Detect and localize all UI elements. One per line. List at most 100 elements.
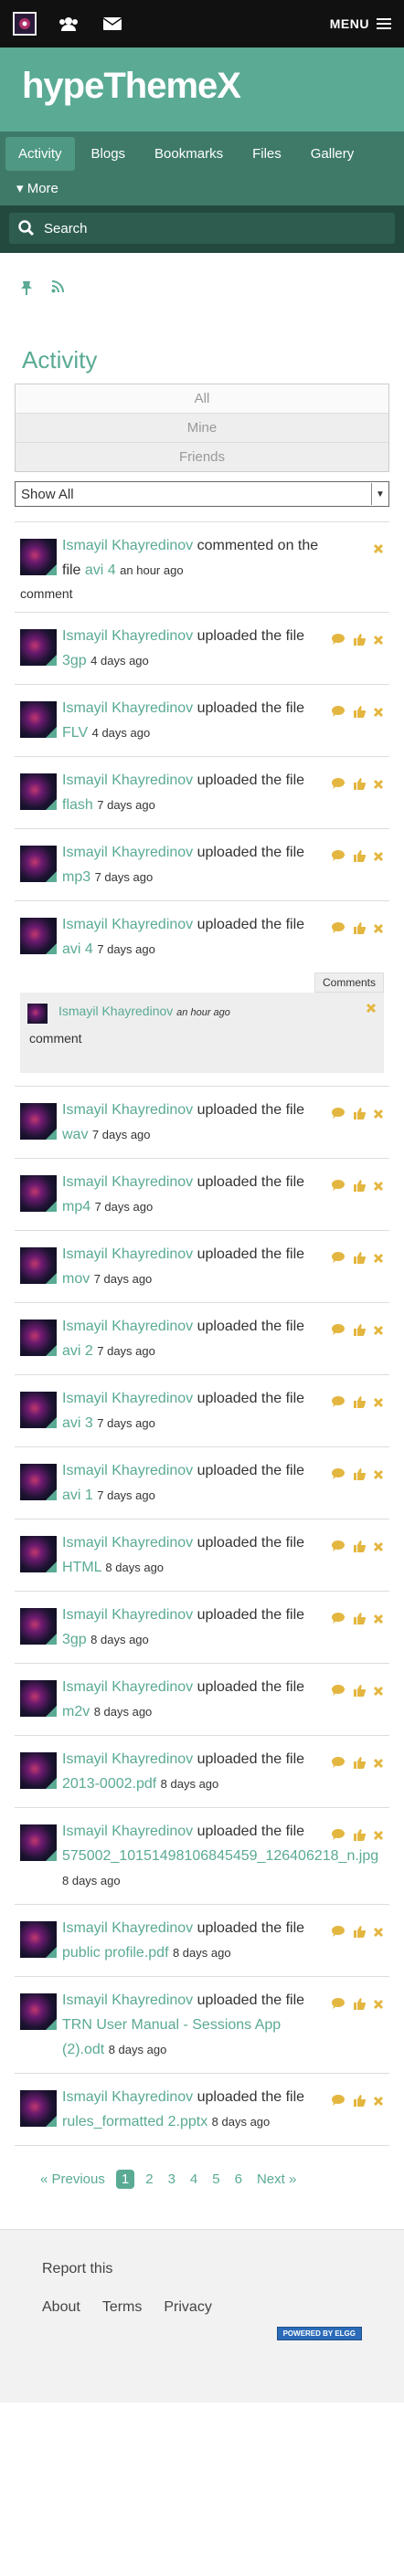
comments-label[interactable]: Comments — [314, 973, 384, 993]
file-link[interactable]: flash — [62, 797, 93, 813]
delete-icon[interactable] — [373, 922, 384, 939]
file-link[interactable]: TRN User Manual - Sessions App (2).odt — [62, 2017, 281, 2057]
delete-icon[interactable] — [373, 706, 384, 722]
delete-icon[interactable] — [373, 1613, 384, 1629]
file-link[interactable]: rules_formatted 2.pptx — [62, 2114, 207, 2129]
like-icon[interactable] — [353, 1540, 367, 1557]
avatar[interactable] — [20, 539, 57, 575]
file-link[interactable]: mov — [62, 1271, 90, 1287]
like-icon[interactable] — [353, 777, 367, 794]
site-title[interactable]: hypeThemeX — [22, 66, 382, 107]
comment-icon[interactable] — [331, 777, 346, 794]
filter-friends[interactable]: Friends — [16, 442, 388, 471]
avatar[interactable] — [20, 1320, 57, 1356]
user-link[interactable]: Ismayil Khayredinov — [62, 538, 193, 553]
file-link[interactable]: public profile.pdf — [62, 1945, 169, 1961]
user-link[interactable]: Ismayil Khayredinov — [62, 2089, 193, 2105]
user-link[interactable]: Ismayil Khayredinov — [62, 1246, 193, 1262]
file-link[interactable]: avi 1 — [62, 1488, 93, 1503]
avatar[interactable] — [20, 1680, 57, 1717]
delete-icon[interactable] — [373, 1396, 384, 1413]
like-icon[interactable] — [353, 1395, 367, 1413]
like-icon[interactable] — [353, 1828, 367, 1845]
delete-icon[interactable] — [373, 778, 384, 794]
like-icon[interactable] — [353, 921, 367, 939]
search-input[interactable]: Search — [9, 213, 395, 244]
file-link[interactable]: 2013-0002.pdf — [62, 1776, 156, 1792]
user-link[interactable]: Ismayil Khayredinov — [62, 1751, 193, 1767]
type-select[interactable]: Show All ▼ — [15, 481, 389, 507]
page-2[interactable]: 2 — [142, 2171, 156, 2187]
user-link[interactable]: Ismayil Khayredinov — [62, 1535, 193, 1551]
avatar[interactable] — [20, 1103, 57, 1140]
avatar[interactable] — [20, 1752, 57, 1789]
user-link[interactable]: Ismayil Khayredinov — [62, 1824, 193, 1839]
comment-icon[interactable] — [331, 1612, 346, 1629]
delete-icon[interactable] — [373, 1252, 384, 1268]
avatar[interactable] — [27, 1004, 48, 1024]
comment-icon[interactable] — [331, 849, 346, 867]
comment-icon[interactable] — [331, 1395, 346, 1413]
user-link[interactable]: Ismayil Khayredinov — [62, 845, 193, 860]
page-4[interactable]: 4 — [186, 2171, 201, 2187]
filter-all[interactable]: All — [16, 384, 388, 413]
delete-icon[interactable] — [373, 1108, 384, 1124]
file-link[interactable]: HTML — [62, 1560, 101, 1575]
friends-icon[interactable] — [57, 12, 80, 36]
user-link[interactable]: Ismayil Khayredinov — [62, 1174, 193, 1190]
delete-icon[interactable] — [373, 1757, 384, 1773]
page-5[interactable]: 5 — [208, 2171, 223, 2187]
user-link[interactable]: Ismayil Khayredinov — [62, 1920, 193, 1936]
delete-icon[interactable] — [373, 542, 384, 559]
avatar[interactable] — [20, 1464, 57, 1500]
avatar[interactable] — [20, 1247, 57, 1284]
avatar[interactable] — [20, 846, 57, 882]
user-link[interactable]: Ismayil Khayredinov — [62, 1463, 193, 1478]
delete-icon[interactable] — [366, 1002, 377, 1018]
avatar[interactable] — [20, 629, 57, 666]
file-link[interactable]: avi 2 — [62, 1343, 93, 1359]
pin-icon[interactable] — [20, 280, 33, 295]
filter-mine[interactable]: Mine — [16, 413, 388, 442]
comment-icon[interactable] — [331, 1179, 346, 1196]
user-link[interactable]: Ismayil Khayredinov — [62, 628, 193, 644]
footer-terms[interactable]: Terms — [102, 2299, 143, 2316]
rss-icon[interactable] — [51, 280, 64, 293]
like-icon[interactable] — [353, 2094, 367, 2111]
comment-icon[interactable] — [331, 1251, 346, 1268]
avatar[interactable] — [20, 1536, 57, 1572]
page-3[interactable]: 3 — [165, 2171, 179, 2187]
tab-bookmarks[interactable]: Bookmarks — [142, 137, 236, 171]
delete-icon[interactable] — [373, 1324, 384, 1341]
tab-files[interactable]: Files — [239, 137, 294, 171]
delete-icon[interactable] — [373, 850, 384, 867]
comment-icon[interactable] — [331, 921, 346, 939]
comment-icon[interactable] — [331, 1467, 346, 1485]
delete-icon[interactable] — [373, 1926, 384, 1942]
comment-icon[interactable] — [331, 1540, 346, 1557]
like-icon[interactable] — [353, 1925, 367, 1942]
user-link[interactable]: Ismayil Khayredinov — [58, 1004, 173, 1018]
file-link[interactable]: 3gp — [62, 1632, 87, 1647]
avatar[interactable] — [20, 2090, 57, 2127]
like-icon[interactable] — [353, 1107, 367, 1124]
avatar[interactable] — [20, 1993, 57, 2030]
avatar[interactable] — [20, 1921, 57, 1958]
like-icon[interactable] — [353, 1251, 367, 1268]
like-icon[interactable] — [353, 1756, 367, 1773]
file-link[interactable]: avi 3 — [62, 1415, 93, 1431]
file-link[interactable]: m2v — [62, 1704, 90, 1719]
file-link[interactable]: 575002_10151498106845459_126406218_n.jpg — [62, 1848, 378, 1864]
report-link[interactable]: Report this — [42, 2261, 362, 2277]
page-1[interactable]: 1 — [115, 2170, 135, 2189]
delete-icon[interactable] — [373, 1829, 384, 1845]
comment-icon[interactable] — [331, 633, 346, 650]
tab-activity[interactable]: Activity — [5, 137, 75, 171]
avatar[interactable] — [20, 773, 57, 810]
user-link[interactable]: Ismayil Khayredinov — [62, 1102, 193, 1118]
like-icon[interactable] — [353, 1467, 367, 1485]
comment-icon[interactable] — [331, 1107, 346, 1124]
menu-button[interactable]: MENU — [330, 16, 391, 31]
comment-icon[interactable] — [331, 1828, 346, 1845]
delete-icon[interactable] — [373, 1540, 384, 1557]
